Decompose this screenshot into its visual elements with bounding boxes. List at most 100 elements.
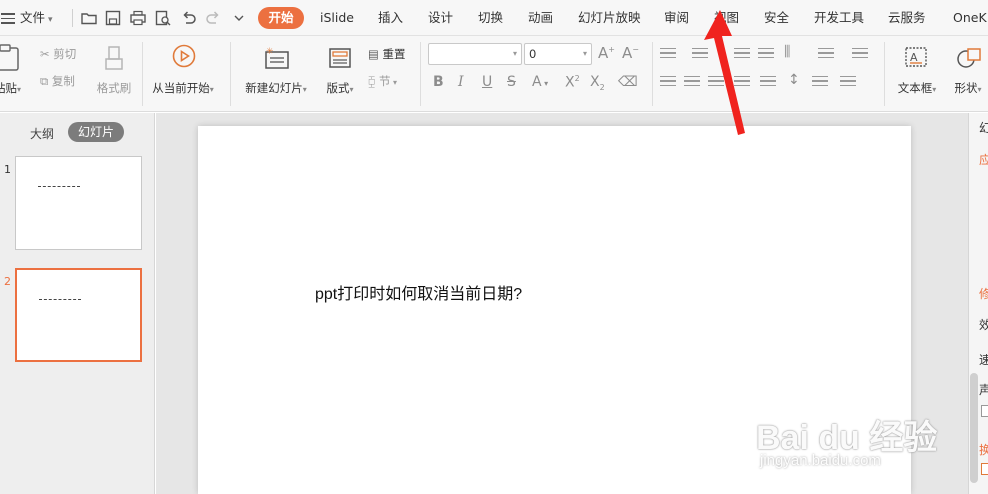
print-preview-icon[interactable] bbox=[154, 9, 172, 27]
tab-review[interactable]: 审阅 bbox=[664, 0, 689, 36]
print-icon[interactable] bbox=[129, 9, 147, 27]
slide-canvas: ppt打印时如何取消当前日期? Bai du 经验 jingyan.baidu.… bbox=[156, 113, 968, 494]
customize-dropdown-icon[interactable] bbox=[230, 9, 248, 27]
format-painter-label: 格式刷 bbox=[96, 81, 132, 95]
distribute-icon[interactable] bbox=[760, 76, 776, 90]
open-folder-icon[interactable] bbox=[80, 9, 98, 27]
cut-button[interactable]: ✂ 剪切 bbox=[40, 45, 76, 63]
slide-number: 1 bbox=[4, 163, 11, 176]
layout-icon bbox=[329, 48, 351, 68]
task-pane-effect-label: 效 bbox=[979, 316, 988, 333]
clipboard-icon bbox=[0, 44, 19, 71]
line-spacing-icon[interactable]: ↕ bbox=[788, 72, 800, 88]
text-direction-icon[interactable]: ⫼ bbox=[784, 44, 790, 60]
cut-label: 剪切 bbox=[53, 47, 77, 61]
redo-icon[interactable] bbox=[204, 9, 222, 27]
increase-font-icon[interactable]: A+ bbox=[598, 44, 615, 62]
task-pane-checkbox[interactable] bbox=[981, 405, 988, 417]
slide-text-box[interactable]: ppt打印时如何取消当前日期? bbox=[315, 280, 522, 304]
increase-indent-icon[interactable] bbox=[758, 48, 774, 62]
italic-icon[interactable]: I bbox=[458, 74, 464, 90]
tab-security[interactable]: 安全 bbox=[764, 0, 789, 36]
shape-button[interactable]: 形状▾ bbox=[948, 40, 988, 100]
tab-home[interactable]: 开始 bbox=[258, 7, 304, 29]
strikethrough-icon[interactable]: S bbox=[507, 74, 516, 90]
shape-icon bbox=[957, 48, 981, 68]
format-painter-button[interactable]: 格式刷 bbox=[92, 40, 136, 100]
tab-outline[interactable]: 大纲 bbox=[30, 125, 54, 142]
file-menu[interactable]: 文件 ▾ bbox=[0, 0, 53, 36]
tab-slideshow[interactable]: 幻灯片放映 bbox=[578, 0, 641, 36]
superscript-icon[interactable]: X2 bbox=[565, 74, 580, 91]
tab-transition[interactable]: 切换 bbox=[478, 0, 503, 36]
thumbnail-text-line bbox=[38, 186, 80, 188]
font-size-value: 0 bbox=[529, 47, 537, 61]
scissors-icon: ✂ bbox=[40, 47, 50, 61]
textbox-button[interactable]: A 文本框▾ bbox=[892, 40, 942, 100]
ribbon-divider bbox=[884, 42, 885, 106]
font-color-icon[interactable]: A ▾ bbox=[532, 74, 548, 90]
decrease-font-icon[interactable]: A− bbox=[622, 44, 639, 62]
task-pane-checkbox[interactable] bbox=[981, 463, 988, 475]
reset-label: 重置 bbox=[382, 47, 406, 61]
paragraph-spacing-icon[interactable] bbox=[812, 76, 828, 90]
pane-tabs: 大纲 幻灯片 bbox=[0, 113, 155, 149]
ribbon-divider bbox=[142, 42, 143, 106]
tab-design[interactable]: 设计 bbox=[428, 0, 453, 36]
underline-icon[interactable]: U bbox=[482, 74, 492, 90]
undo-icon[interactable] bbox=[180, 9, 198, 27]
new-slide-button[interactable]: ✳ 新建幻灯片▾ bbox=[240, 40, 312, 100]
ribbon-divider bbox=[652, 42, 653, 106]
reset-icon: ▤ bbox=[368, 47, 379, 61]
tab-animation[interactable]: 动画 bbox=[528, 0, 553, 36]
align-left-icon[interactable] bbox=[660, 76, 676, 90]
font-size-combo[interactable]: 0 ▾ bbox=[524, 43, 592, 65]
section-icon: ⧮ bbox=[368, 74, 376, 88]
copy-button[interactable]: ⧉ 复制 bbox=[40, 72, 75, 90]
tab-onekey[interactable]: OneK bbox=[953, 0, 987, 36]
tab-islide[interactable]: iSlide bbox=[320, 0, 354, 36]
red-arrow-annotation bbox=[704, 10, 745, 135]
toolbar-divider bbox=[72, 9, 73, 27]
slide-navigation-pane: 大纲 幻灯片 1 2 bbox=[0, 113, 155, 494]
play-from-current-button[interactable]: 从当前开始▾ bbox=[148, 40, 218, 100]
task-pane-section-apply: 应 bbox=[979, 151, 988, 168]
task-pane: 幻 应 修 效 速 声 换 bbox=[968, 113, 988, 494]
ribbon-divider bbox=[420, 42, 421, 106]
align-center-icon[interactable] bbox=[684, 76, 700, 90]
copy-icon: ⧉ bbox=[40, 74, 49, 88]
subscript-icon[interactable]: X2 bbox=[590, 74, 605, 92]
task-pane-title: 幻 bbox=[979, 119, 988, 136]
textbox-icon: A bbox=[905, 47, 927, 67]
columns-icon[interactable] bbox=[852, 48, 868, 62]
slide-thumbnail-1[interactable] bbox=[15, 156, 142, 250]
new-slide-label: 新建幻灯片▾ bbox=[245, 81, 307, 95]
copy-label: 复制 bbox=[51, 74, 75, 88]
bold-icon[interactable]: B bbox=[433, 74, 444, 90]
align-text-icon[interactable] bbox=[818, 48, 834, 62]
tab-insert[interactable]: 插入 bbox=[378, 0, 403, 36]
task-pane-scrollbar[interactable] bbox=[970, 373, 978, 483]
task-pane-switch-label: 换 bbox=[979, 441, 988, 458]
current-slide[interactable]: ppt打印时如何取消当前日期? bbox=[198, 126, 911, 494]
file-menu-label: 文件 bbox=[20, 10, 46, 25]
font-name-combo[interactable]: ▾ bbox=[428, 43, 522, 65]
ribbon-divider bbox=[230, 42, 231, 106]
reset-button[interactable]: ▤ 重置 bbox=[368, 45, 406, 63]
save-icon[interactable] bbox=[104, 9, 122, 27]
tab-cloud-service[interactable]: 云服务 bbox=[888, 0, 926, 36]
layout-button[interactable]: 版式▾ bbox=[320, 40, 360, 100]
slide-thumbnail-2[interactable] bbox=[15, 268, 142, 362]
tab-slides[interactable]: 幻灯片 bbox=[68, 122, 124, 142]
paste-button[interactable]: 粘贴▾ bbox=[0, 40, 30, 98]
paragraph-settings-icon[interactable] bbox=[840, 76, 856, 90]
task-pane-section-modify: 修 bbox=[979, 285, 988, 302]
format-painter-icon bbox=[105, 46, 123, 70]
clear-format-icon[interactable]: ⌫ bbox=[618, 74, 638, 90]
play-icon bbox=[172, 44, 196, 68]
tab-developer[interactable]: 开发工具 bbox=[814, 0, 864, 36]
bullet-list-icon[interactable] bbox=[660, 48, 676, 62]
thumbnail-text-line bbox=[39, 299, 81, 301]
hamburger-icon bbox=[1, 10, 15, 27]
section-button[interactable]: ⧮ 节 ▾ bbox=[368, 72, 397, 90]
